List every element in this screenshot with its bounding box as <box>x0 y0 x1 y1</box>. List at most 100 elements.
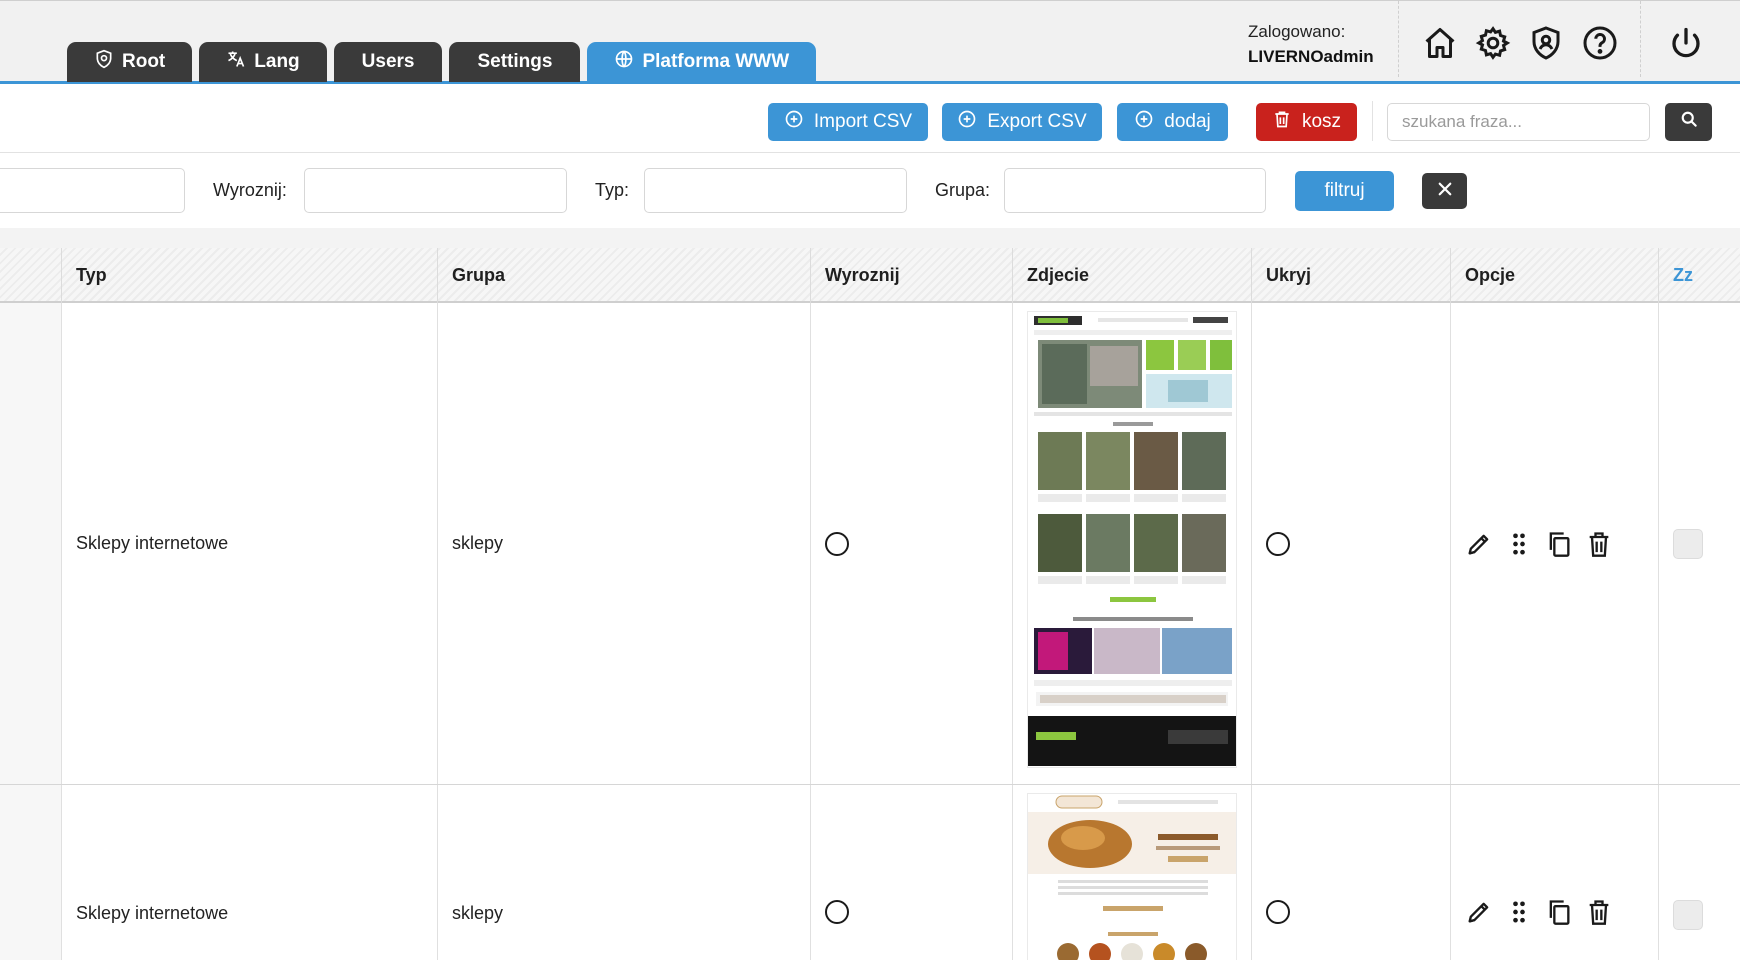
tab-label: Root <box>122 51 166 72</box>
column-header-zdjecie: Zdjecie <box>1013 248 1252 303</box>
trash-button[interactable]: kosz <box>1256 103 1357 141</box>
column-header-checkbox <box>0 248 62 303</box>
copy-icon[interactable] <box>1545 898 1573 926</box>
tab-root[interactable]: Root <box>67 42 193 82</box>
cell-wyroznij <box>811 785 1013 960</box>
filter-button[interactable]: filtruj <box>1295 171 1394 211</box>
export-csv-button[interactable]: Export CSV <box>942 103 1102 141</box>
power-icon[interactable] <box>1666 23 1706 63</box>
tab-lang[interactable]: Lang <box>199 42 327 82</box>
username: LIVERNOadmin <box>1248 47 1374 66</box>
filter-wyroznij-label: Wyroznij: <box>213 180 287 200</box>
gear-icon[interactable] <box>1473 23 1513 63</box>
row-select-cell <box>0 303 62 784</box>
cell-checkbox <box>1659 303 1740 784</box>
search-input[interactable] <box>1387 103 1650 141</box>
filter-typ-field[interactable] <box>644 168 907 213</box>
cell-typ: Sklepy internetowe <box>62 303 438 784</box>
delete-icon[interactable] <box>1585 898 1613 926</box>
clear-filter-button[interactable] <box>1422 173 1467 209</box>
help-icon[interactable] <box>1580 23 1620 63</box>
shield-user-icon[interactable] <box>1526 23 1566 63</box>
column-header-ukryj[interactable]: Ukryj <box>1252 248 1451 303</box>
copy-icon[interactable] <box>1545 530 1573 558</box>
shield-icon <box>94 49 114 75</box>
tab-label: Lang <box>254 51 300 72</box>
column-header-opcje: Opcje <box>1451 248 1659 303</box>
row-options <box>1465 898 1613 926</box>
cell-ukryj <box>1252 303 1451 784</box>
filter-grupa-field[interactable] <box>1004 168 1266 213</box>
import-csv-button[interactable]: Import CSV <box>768 103 928 141</box>
cell-grupa: sklepy <box>438 303 811 784</box>
add-button[interactable]: dodaj <box>1117 103 1228 141</box>
filter-typ-label: Typ: <box>595 180 630 200</box>
app-root: Root Lang Users Settings Platforma WWW Z… <box>0 0 1740 960</box>
tab-users[interactable]: Users <box>333 42 443 82</box>
tab-settings[interactable]: Settings <box>449 42 581 82</box>
import-csv-label: Import CSV <box>813 111 913 132</box>
table-row: Sklepy internetowe sklepy <box>0 785 1740 960</box>
cell-checkbox <box>1659 785 1740 960</box>
website-preview-image <box>1028 794 1236 960</box>
filter-grupa-label: Grupa: <box>935 180 991 200</box>
cell-ukryj <box>1252 785 1451 960</box>
table-header: Typ Grupa Wyroznij Zdjecie Ukryj Opcje Z… <box>0 248 1740 303</box>
column-header-grupa[interactable]: Grupa <box>438 248 811 303</box>
filter-wyroznij-field[interactable] <box>304 168 567 213</box>
home-icon[interactable] <box>1420 23 1460 63</box>
search-button[interactable] <box>1665 103 1712 141</box>
divider <box>1398 1 1399 77</box>
row-checkbox[interactable] <box>1673 528 1703 559</box>
cell-typ: Sklepy internetowe <box>62 785 438 960</box>
column-header-wyroznij[interactable]: Wyroznij <box>811 248 1013 303</box>
trash-icon <box>1272 109 1292 135</box>
column-header-typ[interactable]: Typ <box>62 248 438 303</box>
translate-icon <box>226 49 246 75</box>
filter-separator <box>0 228 1740 248</box>
globe-icon <box>614 49 634 75</box>
sort-order-toggle[interactable]: Zz <box>1659 248 1740 303</box>
main-tabs: Root Lang Users Settings Platforma WWW <box>67 42 817 82</box>
plus-circle-icon <box>1134 109 1154 135</box>
ukryj-radio[interactable] <box>1266 531 1290 556</box>
search-icon <box>1679 109 1699 135</box>
divider <box>1372 101 1373 141</box>
plus-circle-icon <box>784 109 804 135</box>
row-checkbox[interactable] <box>1673 900 1703 930</box>
cell-opcje <box>1451 303 1659 784</box>
website-thumbnail[interactable] <box>1027 311 1237 768</box>
toolbar: Import CSV Export CSV dodaj kosz <box>0 87 1740 153</box>
top-bar: Root Lang Users Settings Platforma WWW Z… <box>0 0 1740 84</box>
wyroznij-radio[interactable] <box>825 900 849 924</box>
row-select-cell <box>0 785 62 960</box>
ukryj-radio[interactable] <box>1266 900 1290 924</box>
add-label: dodaj <box>1164 111 1211 132</box>
login-info: Zalogowano: LIVERNOadmin <box>1248 19 1374 69</box>
export-csv-label: Export CSV <box>987 111 1087 132</box>
plus-circle-icon <box>957 109 977 135</box>
tab-platforma-www[interactable]: Platforma WWW <box>587 42 817 82</box>
edit-icon[interactable] <box>1465 898 1493 926</box>
filter-name-field[interactable] <box>0 168 185 213</box>
cell-opcje <box>1451 785 1659 960</box>
tab-label: Platforma WWW <box>642 51 790 72</box>
row-options <box>1465 530 1613 558</box>
cell-wyroznij <box>811 303 1013 784</box>
close-icon <box>1436 180 1454 203</box>
login-label: Zalogowano: <box>1248 22 1346 41</box>
table-row: Sklepy internetowe sklepy <box>0 303 1740 785</box>
website-thumbnail[interactable] <box>1027 793 1237 960</box>
drag-handle-icon[interactable] <box>1505 530 1533 558</box>
divider <box>1640 1 1641 77</box>
tab-label: Settings <box>477 51 553 72</box>
cell-grupa: sklepy <box>438 785 811 960</box>
trash-label: kosz <box>1301 111 1342 132</box>
filter-row: Wyroznij: Typ: Grupa: filtruj <box>0 154 1740 228</box>
edit-icon[interactable] <box>1465 530 1493 558</box>
delete-icon[interactable] <box>1585 530 1613 558</box>
drag-handle-icon[interactable] <box>1505 898 1533 926</box>
website-preview-image <box>1028 312 1236 767</box>
tab-label: Users <box>361 51 415 72</box>
wyroznij-radio[interactable] <box>825 531 849 556</box>
